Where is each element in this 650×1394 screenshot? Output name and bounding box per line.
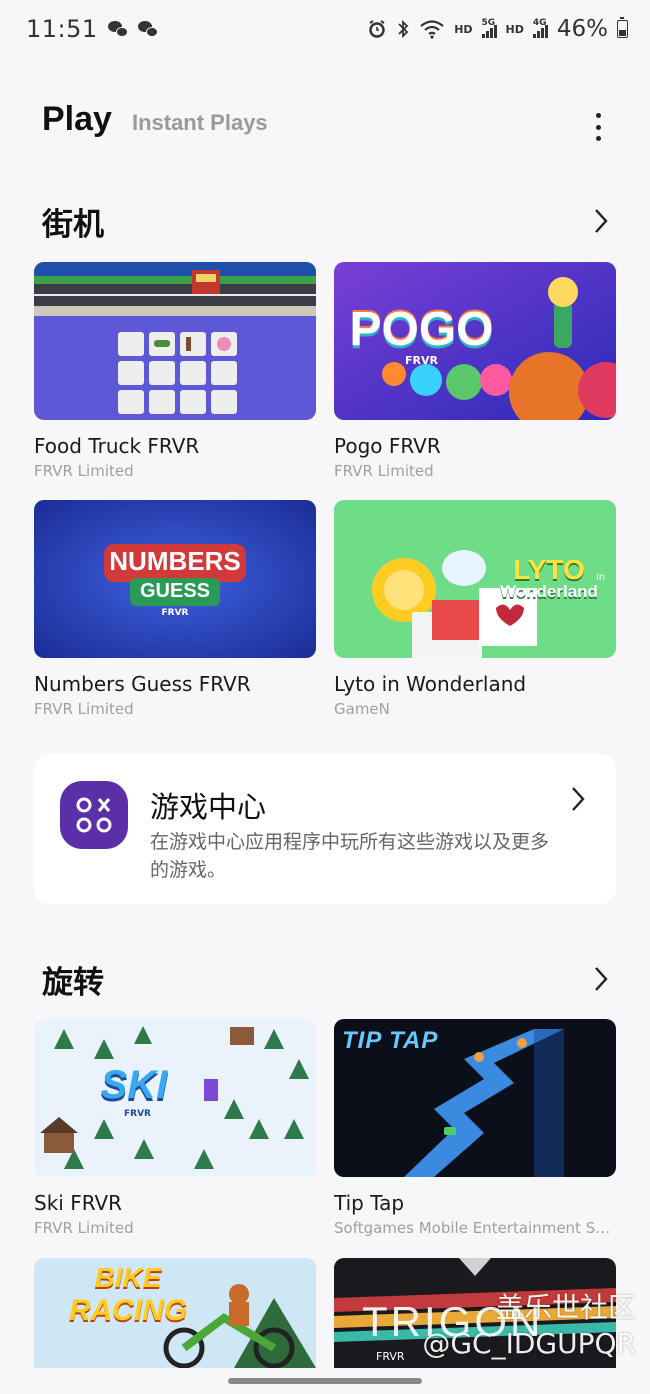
game-developer: FRVR Limited [34,462,134,480]
section-header-rotate: 旋转 [42,954,616,1004]
hd-label: HD [505,22,524,36]
game-logo-text: SKI [100,1063,168,1107]
status-time: 11:51 [26,15,98,43]
game-logo-subtext: FRVR [376,1350,405,1363]
game-card-food-truck[interactable]: Food Truck FRVR FRVR Limited [34,262,316,480]
game-name: Numbers Guess FRVR [34,672,251,696]
game-card-bike-racing[interactable]: BIKE RACING [34,1258,316,1368]
game-center-card[interactable]: 游戏中心 在游戏中心应用程序中玩所有这些游戏以及更多的游戏。 [34,754,616,904]
bluetooth-icon [396,19,410,39]
game-thumbnail: POGO FRVR [334,262,616,420]
page-title: Play [42,100,112,138]
wechat-icon [107,21,128,37]
battery-percent: 46% [556,16,608,42]
game-logo-text: Wonderland [500,582,598,601]
game-name: Ski FRVR [34,1191,123,1215]
game-logo-text: RACING [68,1294,188,1327]
home-indicator[interactable] [228,1378,422,1384]
signal-4g-icon: 4G [532,18,548,38]
game-developer: FRVR Limited [34,700,134,718]
game-logo-text: NUMBERS [109,546,241,576]
status-right: HD 5G HD 4G 46% [367,16,628,42]
game-developer: GameN [334,700,390,718]
section-title: 旋转 [42,964,104,1001]
app-header: Play Instant Plays [42,100,622,154]
game-card-numbers-guess[interactable]: NUMBERS GUESS FRVR Numbers Guess FRVR FR… [34,500,316,718]
game-center-description: 在游戏中心应用程序中玩所有这些游戏以及更多的游戏。 [150,831,550,881]
game-logo-subtext: FRVR [405,354,438,367]
game-name: Pogo FRVR [334,434,441,458]
game-name: Food Truck FRVR [34,434,200,458]
status-bar: 11:51 HD 5G HD 4G 46% [0,0,650,58]
hd-label: HD [454,22,473,36]
section-title: 街机 [42,206,104,243]
game-logo-text: BIKE [94,1262,162,1293]
game-card-pogo[interactable]: POGO FRVR Pogo FRVR FRVR Limited [334,262,616,480]
more-dot [595,136,601,141]
game-card-tip-tap[interactable]: TIP TAP Tip Tap Softgames Mobile Enterta… [334,1019,616,1237]
wechat-icon [137,21,158,37]
game-card-ski[interactable]: SKI FRVR Ski FRVR FRVR Limited [34,1019,316,1237]
watermark-line: @GC_IDGUPQR [422,1327,636,1360]
game-logo-subtext: FRVR [124,1109,151,1119]
section-header-arcade: 街机 [42,196,616,246]
game-logo-text: POGO [349,303,494,356]
more-options-button[interactable] [588,110,608,144]
game-thumbnail: LYTO in Wonderland [334,500,616,658]
wifi-icon [419,19,445,39]
chevron-right-icon [570,786,586,816]
game-developer: Softgames Mobile Entertainment S… [334,1219,611,1237]
alarm-icon [367,19,387,39]
game-thumbnail: BIKE RACING [34,1258,316,1368]
page-subtitle: Instant Plays [131,110,268,135]
game-developer: FRVR Limited [34,1219,134,1237]
game-center-title: 游戏中心 [150,790,267,824]
game-center-app-icon [60,781,128,849]
more-dot [595,124,601,130]
game-name: Tip Tap [334,1191,405,1215]
watermark: 盖乐世社区 @GC_IDGUPQR [422,1290,636,1362]
game-thumbnail [34,262,316,420]
game-name: Lyto in Wonderland [334,672,527,696]
game-thumbnail: NUMBERS GUESS FRVR [34,500,316,658]
game-logo-text: GUESS [139,580,211,602]
game-logo-subtext: FRVR [161,608,189,618]
game-thumbnail: TIP TAP [334,1019,616,1177]
game-thumbnail: SKI FRVR [34,1019,316,1177]
battery-icon [617,17,628,38]
game-card-lyto[interactable]: LYTO in Wonderland Lyto in Wonderland Ga… [334,500,616,718]
game-logo-text: TIP TAP [342,1027,439,1054]
watermark-line: 盖乐世社区 [495,1291,636,1324]
status-left: 11:51 [26,15,158,43]
chevron-right-icon[interactable] [586,964,616,994]
game-developer: FRVR Limited [334,462,434,480]
chevron-right-icon[interactable] [586,206,616,236]
more-dot [595,113,601,118]
signal-5g-icon: 5G [481,18,497,38]
